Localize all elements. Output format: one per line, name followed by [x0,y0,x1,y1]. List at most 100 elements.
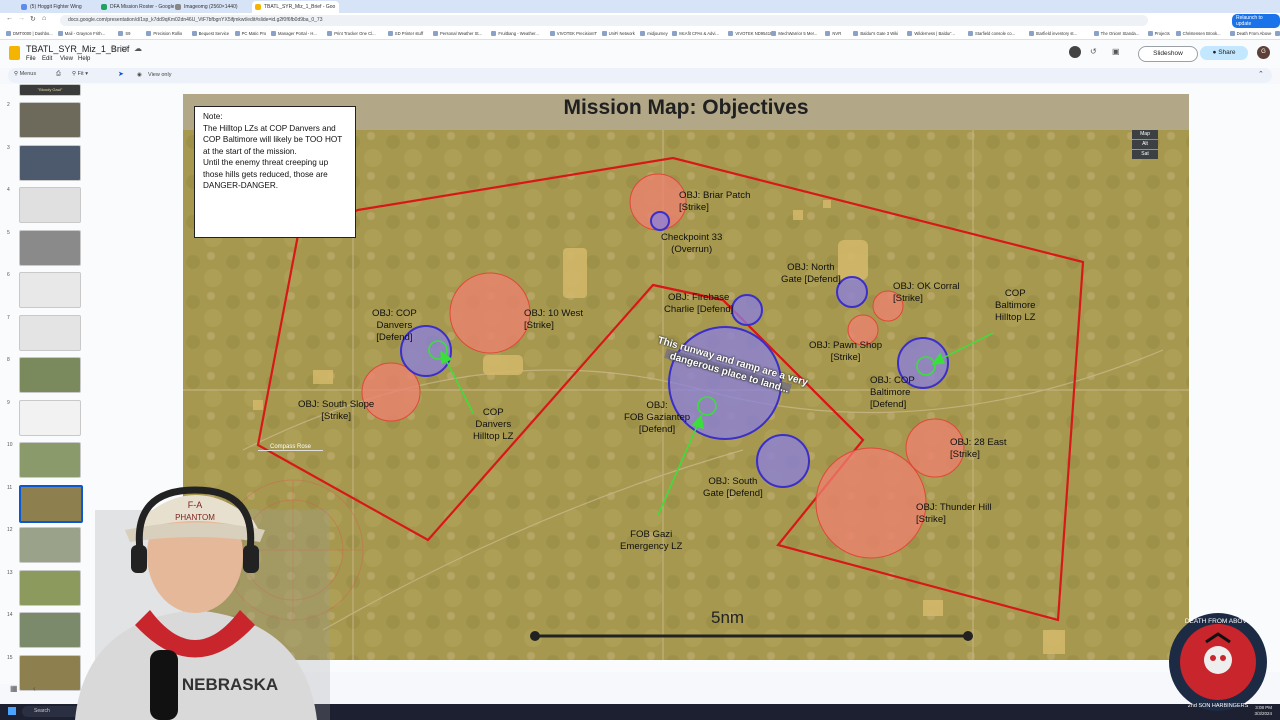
print-icon[interactable]: ⎙ [56,71,61,78]
cap-text: F-A [188,500,203,510]
share-button[interactable]: ● Share [1200,46,1248,60]
bookmark-item[interactable]: Mail - Grayson Frith... [57,30,105,37]
bookmark-item[interactable]: Bequest Service [191,30,229,37]
bookmark-item[interactable]: Precision Rollio [146,30,182,37]
bookmark-item[interactable]: MechWarrior 5 Mer... [771,30,817,37]
slides-logo-icon[interactable] [9,46,20,60]
slide: Mission Map: Objectives Note: The Hillto… [183,94,1189,660]
cap-text-2: PHANTOM [175,513,215,522]
video-call-icon[interactable]: ▣ [1112,47,1120,56]
label-south-slope: OBJ: South Slope [Strike] [298,399,375,422]
bookmark-item[interactable]: SD Printer stuff [387,30,423,37]
bookmark-item[interactable]: Baldur's Gate 3 Wiki [853,30,898,37]
menu-file[interactable]: File [26,56,36,62]
bookmark-item[interactable]: Print Tracker One Cl... [327,30,376,37]
zoom-select[interactable]: ⚲ Fit ▾ [72,71,88,77]
address-bar-input[interactable]: docs.google.com/presentation/d/1sp_k7dd9… [60,15,1148,26]
forward-arrow-icon[interactable]: → [18,15,25,22]
slide-number: 9 [7,399,10,406]
bookmark-item[interactable]: McAfit CPAs & Advi... [672,30,719,37]
bookmark-item[interactable]: Personal Weather St... [433,30,482,37]
headset-ear-left [131,545,147,573]
bookmark-item[interactable]: Christensen Brook... [1175,30,1221,37]
north-gate-circle [836,276,868,308]
slideshow-button[interactable]: Slideshow [1138,46,1198,62]
bookmark-item[interactable]: The Onion! Standa... [1093,30,1139,37]
label-cop-baltimore-lz: COP Baltimore Hilltop LZ [995,288,1036,323]
menu-view[interactable]: View [60,56,73,62]
bookmark-item[interactable]: Starfield console co... [968,30,1015,37]
slide-thumbnail[interactable] [19,272,81,308]
bookmark-item[interactable]: Manager Portal - H... [271,30,317,37]
tab-favicon-icon [21,4,27,10]
bookmark-item[interactable]: NVR [825,30,841,37]
logo-bottom-text: 2nd SON HARBINGERS [1188,703,1249,709]
map-type-alt[interactable]: Alt [1132,140,1158,149]
slide-number: 6 [7,272,10,278]
bookmark-item[interactable]: Starfield inventory st... [1028,30,1077,37]
reload-icon[interactable]: ↻ [30,15,36,23]
slide-number: 12 [7,527,13,533]
slide-number: 7 [7,314,10,321]
bookmark-item[interactable]: UniFi Network [601,30,635,37]
label-ok-corral: OBJ: OK Corral [Strike] [893,281,960,304]
bookmark-item[interactable]: Death From Above [1229,30,1272,37]
windows-start-icon[interactable] [8,707,16,715]
slide-thumbnail[interactable] [19,144,81,181]
bookmark-item[interactable]: S9 [118,30,131,37]
back-arrow-icon[interactable]: ← [6,15,13,22]
label-checkpoint-33: Checkpoint 33 (Overrun) [661,232,723,255]
scale-label: 5nm [711,608,745,627]
slide-thumbnail[interactable] [19,102,81,138]
bookmark-item[interactable]: PC Matic Pro [234,30,266,37]
browser-tab[interactable]: (5) Hoggit Fighter Wing [18,1,108,13]
browser-tab-active[interactable]: TBATL_SYR_Miz_1_Brief - Goo [252,1,339,13]
checkpoint-circle [650,211,670,231]
slide-thumbnail[interactable] [19,187,81,223]
death-from-above-logo: DEATH FROM ABOVE 2nd SON HARBINGERS [1169,613,1267,711]
note-box: Note: The Hilltop LZs at COP Danvers and… [194,106,356,238]
slide-thumbnail[interactable]: "Bloody Gaul" [19,84,81,96]
slide-number: 14 [7,612,13,618]
collapse-toolbar-icon[interactable]: ⌃ [1258,70,1264,78]
label-cop-danvers: OBJ: COP Danvers [Defend] [372,308,417,343]
slide-thumbnail[interactable] [19,399,81,436]
menu-help[interactable]: Help [78,56,90,62]
history-icon[interactable]: ↺ [1090,47,1097,56]
menu-edit[interactable]: Edit [42,56,52,62]
star-icon[interactable]: ☆ [110,44,117,53]
slide-thumbnail[interactable] [19,314,81,351]
slide-number: 10 [7,442,13,448]
bookmark-item[interactable]: Projects [1147,30,1170,37]
account-avatar[interactable]: G [1257,46,1270,59]
view-only-button[interactable]: ◉ View only [134,69,177,81]
collapse-filmstrip-icon[interactable]: ‹ [33,684,36,693]
relaunch-button[interactable]: Relaunch to update [1232,14,1280,28]
home-icon[interactable]: ⌂ [42,15,46,22]
bookmark-item[interactable]: Wilderness | Baldur'... [907,30,955,37]
collaborator-avatar[interactable] [1069,46,1081,58]
map-type-map[interactable]: Map [1132,130,1158,139]
bookmark-item[interactable]: Fruitbang - Weather... [491,30,539,37]
select-cursor-icon[interactable]: ➤ [118,70,124,78]
bookmark-item[interactable]: Wind Map [1274,30,1280,37]
bookmark-item[interactable]: VIVOTEK PrecisionIT [549,30,597,37]
map-type-sat[interactable]: Sat [1132,150,1158,159]
slide-thumbnail[interactable] [19,357,81,393]
bookmark-item[interactable]: DMT0000 | Dashbo... [6,30,53,37]
label-twenty-eight-east: OBJ: 28 East [Strike] [950,437,1007,460]
shirt-text: NEBRASKA [182,675,278,694]
slide-thumbnail[interactable] [19,229,81,266]
move-folder-icon[interactable]: □ [122,44,127,53]
cloud-status-icon[interactable]: ☁ [134,44,142,53]
label-cop-baltimore: OBJ: COP Baltimore [Defend] [870,375,915,410]
webcam-overlay: F-A PHANTOM NEBRASKA [75,486,330,720]
slide-number: 11 [7,484,13,491]
slide-number: 8 [7,357,10,363]
browser-tab[interactable]: Imageomg (2560×1440) [172,1,262,13]
browser-tab[interactable]: DFA Mission Roster - Google S [98,1,180,13]
bookmark-item[interactable]: VIVOTEK ND9541P [728,30,773,37]
grid-view-icon[interactable]: ▦ [10,684,18,693]
search-menus-button[interactable]: ⚲ Menus [14,71,36,77]
bookmark-item[interactable]: midjourney [640,30,668,37]
